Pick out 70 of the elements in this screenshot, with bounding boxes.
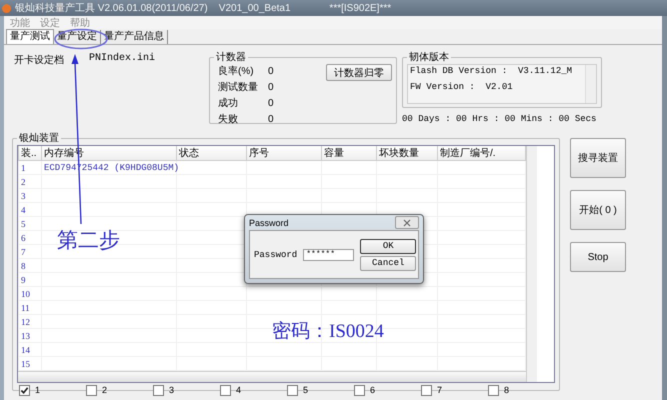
app-logo-icon bbox=[2, 4, 11, 12]
checkbox-label: 4 bbox=[236, 385, 242, 395]
row-number: 13 bbox=[18, 328, 42, 342]
row-number: 8 bbox=[18, 258, 42, 272]
checkbox-label: 2 bbox=[102, 385, 108, 395]
row-number: 12 bbox=[18, 314, 42, 328]
column-header[interactable]: 装.. bbox=[18, 146, 42, 160]
counter-value: 0 bbox=[268, 114, 274, 124]
dialog-button[interactable]: OK bbox=[360, 238, 416, 254]
checkbox[interactable] bbox=[421, 384, 432, 396]
row-number: 4 bbox=[18, 202, 42, 216]
row-number: 7 bbox=[18, 244, 42, 258]
counter-value: 0 bbox=[268, 82, 274, 92]
checkbox[interactable] bbox=[354, 384, 365, 396]
firmware-line: Flash DB Version : V3.11.12_M bbox=[410, 66, 574, 76]
column-header[interactable]: 容量 bbox=[322, 146, 376, 160]
column-header[interactable]: 序号 bbox=[246, 146, 322, 160]
dialog-button[interactable]: Cancel bbox=[360, 256, 416, 270]
counter-label: 测试数量 bbox=[218, 80, 259, 94]
reset-button[interactable]: 计数器归零 bbox=[326, 64, 392, 81]
dialog-title: Password bbox=[249, 218, 289, 228]
counter-label: 失败 bbox=[218, 112, 239, 126]
counter-label: 良率(%) bbox=[218, 64, 255, 78]
checkbox[interactable] bbox=[488, 384, 499, 396]
action-button[interactable]: Stop bbox=[570, 242, 626, 272]
field-label: Password bbox=[254, 250, 298, 260]
row-number: 3 bbox=[18, 188, 42, 202]
counter-value: 0 bbox=[268, 66, 274, 76]
checkbox[interactable] bbox=[86, 384, 97, 396]
close-icon bbox=[402, 218, 412, 226]
group-title: 韧体版本 bbox=[408, 50, 450, 64]
timer-text: 00 Days : 00 Hrs : 00 Mins : 00 Secs bbox=[402, 114, 598, 124]
row-number: 14 bbox=[18, 342, 42, 356]
checkbox[interactable] bbox=[220, 384, 231, 396]
tab[interactable]: 量产测试 bbox=[6, 29, 54, 44]
column-header[interactable]: 制造厂编号/. bbox=[438, 146, 526, 160]
checkbox-label: 3 bbox=[169, 385, 174, 395]
counter-value: 0 bbox=[268, 98, 274, 108]
row-number: 1 bbox=[18, 160, 42, 174]
checkbox[interactable] bbox=[19, 384, 30, 396]
checkbox-label: 6 bbox=[370, 385, 376, 395]
password-field[interactable]: ****** bbox=[303, 248, 354, 260]
action-button[interactable]: 开始( 0 ) bbox=[570, 190, 626, 230]
close-button[interactable] bbox=[395, 216, 419, 229]
row-number: 9 bbox=[18, 272, 42, 286]
checkbox-label: 8 bbox=[504, 385, 510, 395]
horizontal-scrollbar[interactable] bbox=[18, 371, 526, 382]
vertical-scrollbar[interactable] bbox=[526, 146, 537, 382]
checkbox[interactable] bbox=[153, 384, 164, 396]
row-number: 11 bbox=[18, 300, 42, 314]
counter-label: 成功 bbox=[218, 96, 239, 110]
settings-value: PNIndex.ini bbox=[89, 53, 156, 66]
checkbox-label: 1 bbox=[35, 385, 40, 395]
window-title: 银灿科技量产工具 V2.06.01.08(2011/06/27) V201_00_Beta1 ***[IS902E]*** bbox=[15, 2, 392, 15]
group-title: 银灿装置 bbox=[18, 132, 60, 145]
row-number: 6 bbox=[18, 230, 42, 244]
checkbox[interactable] bbox=[287, 384, 298, 396]
checkbox-label: 5 bbox=[303, 385, 308, 395]
column-header[interactable]: 坏块数量 bbox=[376, 146, 438, 160]
annotation-text: 第二步 bbox=[57, 227, 120, 254]
settings-label: 开卡设定档 bbox=[14, 54, 64, 68]
column-header[interactable]: 状态 bbox=[176, 146, 246, 160]
row-number: 2 bbox=[18, 174, 42, 188]
action-button[interactable]: 搜寻装置 bbox=[570, 138, 626, 178]
annotation-text: 密码：IS0024 bbox=[272, 320, 384, 344]
group-title: 计数器 bbox=[215, 50, 247, 64]
firmware-line: FW Version : V2.01 bbox=[410, 82, 514, 92]
row-number: 5 bbox=[18, 216, 42, 230]
row-number: 10 bbox=[18, 286, 42, 300]
checkbox-label: 7 bbox=[437, 385, 442, 395]
